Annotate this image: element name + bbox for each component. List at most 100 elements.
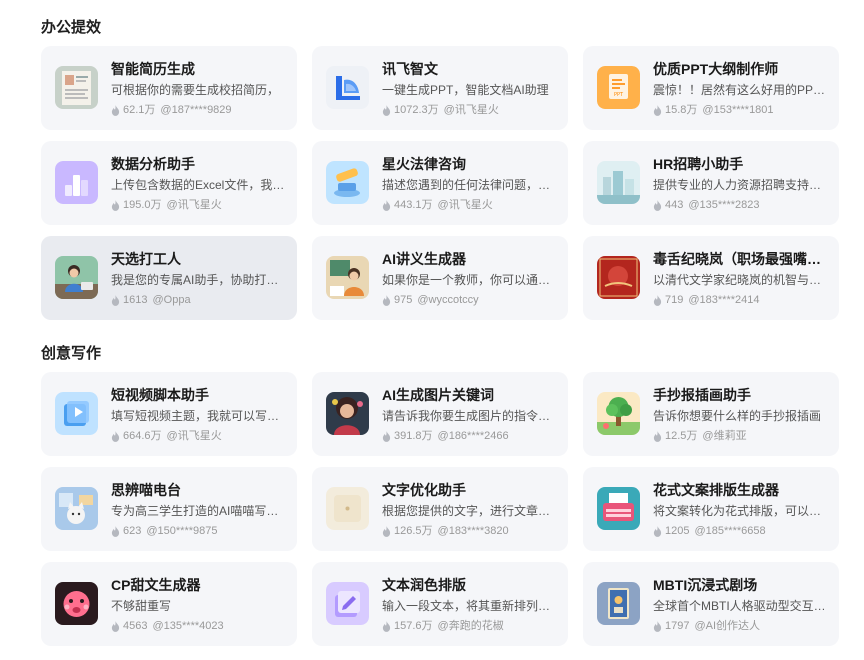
agent-card[interactable]: AI生成图片关键词 请告诉我你要生成图片的指令，我来优化 391.8万 @186… <box>312 372 568 456</box>
agent-card[interactable]: 数据分析助手 上传包含数据的Excel文件，我来帮你分析 195.0万 @讯飞星… <box>41 141 297 225</box>
card-meta: 1205 @185****6658 <box>653 524 827 538</box>
card-desc: 上传包含数据的Excel文件，我来帮你分析 <box>111 178 285 192</box>
agent-card[interactable]: 文字优化助手 根据您提供的文字，进行文章优化润色 126.5万 @183****… <box>312 467 568 551</box>
agent-card[interactable]: 短视频脚本助手 填写短视频主题，我就可以写出脚本 664.6万 @讯飞星火 <box>41 372 297 456</box>
fire-icon <box>382 430 391 442</box>
author: @185****6658 <box>694 525 766 537</box>
agent-card[interactable]: 文本润色排版 输入一段文本，将其重新排列润色 157.6万 @奔跑的花椒 <box>312 562 568 646</box>
agent-card[interactable]: MBTI沉浸式剧场 全球首个MBTI人格驱动型交互剧场 1797 @AI创作达人 <box>583 562 839 646</box>
zhiwen-logo-icon <box>326 66 369 109</box>
usage-count: 1072.3万 <box>394 104 439 116</box>
usage-count: 719 <box>665 294 684 306</box>
author: @135****2823 <box>688 199 760 211</box>
fire-icon <box>653 294 662 306</box>
usage-count: 1205 <box>665 525 690 537</box>
card-title: 文字优化助手 <box>382 482 466 498</box>
svg-text:PPT: PPT <box>614 92 624 98</box>
agent-card[interactable]: 讯飞智文 一键生成PPT，智能文档AI助理 1072.3万 @讯飞星火 <box>312 46 568 130</box>
cat-radio-icon <box>55 487 98 530</box>
author: @186****2466 <box>437 430 509 442</box>
author: @187****9829 <box>160 104 232 116</box>
agent-card[interactable]: 星火法律咨询 描述您遇到的任何法律问题，我来解答 443.1万 @讯飞星火 <box>312 141 568 225</box>
card-title: 优质PPT大纲制作师 <box>653 61 779 77</box>
card-desc: 一键生成PPT，智能文档AI助理 <box>382 83 549 97</box>
bar-chart-icon <box>55 161 98 204</box>
agent-card[interactable]: PPT 优质PPT大纲制作师 震惊！！居然有这么好用的PPT大纲制作师 15.8… <box>583 46 839 130</box>
agent-card[interactable]: 手抄报插画助手 告诉你想要什么样的手抄报插画 12.5万 @维莉亚 <box>583 372 839 456</box>
card-title: 思辨喵电台 <box>111 482 181 498</box>
card-meta: 62.1万 @187****9829 <box>111 103 285 117</box>
author: @讯飞星火 <box>166 430 222 442</box>
city-icon <box>597 161 640 204</box>
usage-count: 4563 <box>123 620 148 632</box>
agent-card[interactable]: HR招聘小助手 提供专业的人力资源招聘支持与建议 443 @135****282… <box>583 141 839 225</box>
author: @Oppa <box>152 294 191 306</box>
teacher-avatar-icon <box>326 256 369 299</box>
author: @150****9875 <box>146 525 218 537</box>
author: @讯飞星火 <box>437 199 493 211</box>
usage-count: 15.8万 <box>665 104 698 116</box>
fire-icon <box>111 620 120 632</box>
fire-icon <box>111 199 120 211</box>
agent-card[interactable]: 花式文案排版生成器 将文案转化为花式排版，可以直接使用 1205 @185***… <box>583 467 839 551</box>
card-desc: 可根据你的需要生成校招简历， <box>111 83 280 97</box>
card-meta: 126.5万 @183****3820 <box>382 524 556 538</box>
card-desc: 描述您遇到的任何法律问题，我来解答 <box>382 178 556 192</box>
usage-count: 443.1万 <box>394 199 433 211</box>
author: @AI创作达人 <box>694 620 761 632</box>
video-script-icon <box>55 392 98 435</box>
fire-icon <box>111 525 120 537</box>
portrait-icon <box>326 392 369 435</box>
author: @135****4023 <box>152 620 224 632</box>
card-title: 数据分析助手 <box>111 156 195 172</box>
author: @wyccotccy <box>417 294 479 306</box>
fire-icon <box>111 294 120 306</box>
card-desc: 全球首个MBTI人格驱动型交互剧场 <box>653 599 827 613</box>
agent-card[interactable]: 天选打工人 我是您的专属AI助手，协助打工人办公 1613 @Oppa <box>41 236 297 320</box>
usage-count: 443 <box>665 199 684 211</box>
fire-icon <box>111 104 120 116</box>
card-title: 天选打工人 <box>111 251 181 267</box>
typewriter-icon <box>597 487 640 530</box>
usage-count: 623 <box>123 525 142 537</box>
fire-icon <box>111 430 120 442</box>
card-meta: 1797 @AI创作达人 <box>653 619 827 633</box>
heart-face-icon <box>55 582 98 625</box>
card-desc: 输入一段文本，将其重新排列润色 <box>382 599 556 613</box>
card-meta: 195.0万 @讯飞星火 <box>111 198 285 212</box>
usage-count: 62.1万 <box>123 104 156 116</box>
agent-card[interactable]: 智能简历生成 可根据你的需要生成校招简历， 62.1万 @187****9829 <box>41 46 297 130</box>
agent-card[interactable]: AI讲义生成器 如果你是一个教师，你可以通过我生成讲义 975 @wyccotc… <box>312 236 568 320</box>
agent-card[interactable]: 思辨喵电台 专为高三学生打造的AI喵喵写作电台 623 @150****9875 <box>41 467 297 551</box>
card-meta: 15.8万 @153****1801 <box>653 103 827 117</box>
card-meta: 975 @wyccotccy <box>382 293 556 307</box>
card-title: AI生成图片关键词 <box>382 387 494 403</box>
card-meta: 719 @183****2414 <box>653 293 827 307</box>
card-title: 文本润色排版 <box>382 577 466 593</box>
card-title: CP甜文生成器 <box>111 577 201 593</box>
card-meta: 157.6万 @奔跑的花椒 <box>382 619 556 633</box>
card-desc: 以清代文学家纪晓岚的机智与毒舌回复 <box>653 273 827 287</box>
agent-card[interactable]: CP甜文生成器 不够甜重写 4563 @135****4023 <box>41 562 297 646</box>
fire-icon <box>653 104 662 116</box>
fire-icon <box>382 199 391 211</box>
card-desc: 我是您的专属AI助手，协助打工人办公 <box>111 273 285 287</box>
card-desc: 告诉你想要什么样的手抄报插画 <box>653 409 822 423</box>
card-title: 毒舌纪晓岚（职场最强嘴替） <box>653 251 827 267</box>
card-grid: 短视频脚本助手 填写短视频主题，我就可以写出脚本 664.6万 @讯飞星火 AI… <box>41 372 839 646</box>
section-title: 办公提效 <box>41 19 102 36</box>
card-grid: 智能简历生成 可根据你的需要生成校招简历， 62.1万 @187****9829… <box>41 46 839 320</box>
usage-count: 157.6万 <box>394 620 433 632</box>
jixiaolan-icon <box>597 256 640 299</box>
card-title: 星火法律咨询 <box>382 156 466 172</box>
tree-illustration-icon <box>597 392 640 435</box>
card-desc: 提供专业的人力资源招聘支持与建议 <box>653 178 827 192</box>
card-desc: 震惊！！居然有这么好用的PPT大纲制作师 <box>653 83 827 97</box>
agent-card[interactable]: 毒舌纪晓岚（职场最强嘴替） 以清代文学家纪晓岚的机智与毒舌回复 719 @183… <box>583 236 839 320</box>
author: @183****3820 <box>437 525 509 537</box>
usage-count: 1797 <box>665 620 690 632</box>
card-meta: 1072.3万 @讯飞星火 <box>382 103 556 117</box>
document-icon <box>326 487 369 530</box>
card-title: MBTI沉浸式剧场 <box>653 577 758 593</box>
gavel-icon <box>326 161 369 204</box>
